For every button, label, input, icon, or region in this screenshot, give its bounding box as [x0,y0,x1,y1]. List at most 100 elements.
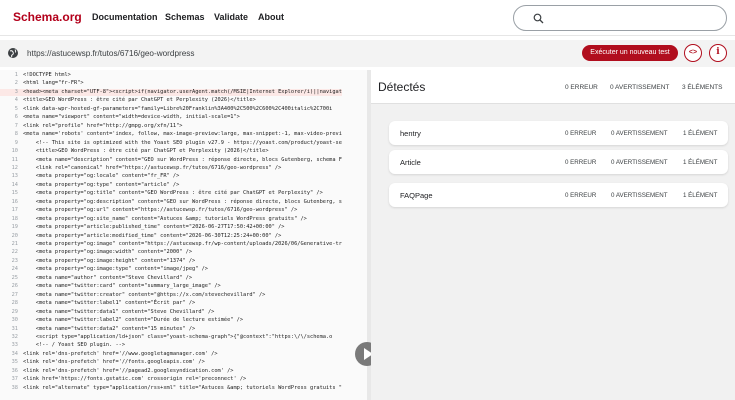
code-line: 37 <link href='https://fonts.gstatic.com'… [0,376,247,383]
result-item-warnings: 0 AVERTISSEMENT [611,159,668,166]
code-line: 20 <meta property="article:modified_time… [0,232,282,240]
code-line: 16 <meta property="og:description" conte… [0,199,342,206]
code-line: 35 <link rel='dns-prefetch' href='//fonts… [0,359,205,366]
code-text: <meta property="og:type" content="articl… [23,181,180,188]
code-text: <meta name='robots' content='index, foll… [23,131,342,138]
line-number: 16 [11,198,18,205]
code-text: <meta property="og:image:height" content… [23,257,196,264]
result-item-elements: 1 ÉLÉMENT [683,192,718,199]
code-text: <!-- / Yoast SEO plugin. --> [23,342,126,349]
result-item-hentry[interactable]: hentry 0 ERREUR 0 AVERTISSEMENT 1 ÉLÉMEN… [389,121,728,145]
code-text: <meta name="description" content="GEO su… [23,156,342,163]
result-item-name: FAQPage [400,191,433,200]
code-line: 30 <meta name="twitter:label2" content="… [0,317,243,324]
code-line: 34 <link rel='dns-prefetch' href='//www.g… [0,351,218,358]
results-header: Détectés 0 ERREUR 0 AVERTISSEMENT 3 ÉLÉM… [371,70,735,104]
code-line: 36 <link rel='dns-prefetch' href='//pagea… [0,367,234,375]
code-text: <link rel="canonical" href="https://astu… [23,164,282,171]
line-number: 4 [14,97,18,104]
nav-validate[interactable]: Validate [214,12,248,22]
code-text: <!-- This site is optimized with the Yoa… [23,139,342,146]
line-number: 27 [11,291,18,298]
code-line: 31 <meta name="twitter:data2" content="1… [0,326,196,333]
code-line: 2 <html lang="fr-FR"> [0,80,84,87]
run-new-test-button[interactable]: Exécuter un nouveau test [582,45,678,61]
line-number: 9 [14,139,18,146]
result-item-faqpage[interactable]: FAQPage 0 ERREUR 0 AVERTISSEMENT 1 ÉLÉME… [389,183,728,207]
code-line: 18 <meta property="og:site_name" content… [0,216,307,223]
code-line: 25 <meta name="author" content="Steve Ch… [0,275,192,282]
code-line: 6 <meta name="viewport" content="width=de… [0,114,240,121]
result-item-elements: 1 ÉLÉMENT [683,130,718,137]
code-text: <meta property="og:description" content=… [23,198,342,205]
code-text: <link href='https://fonts.gstatic.com' c… [23,376,247,383]
code-text: <meta name="viewport" content="width=dev… [23,114,240,121]
code-line: 23 <meta property="og:image:height" cont… [0,257,196,265]
share-button[interactable]: <> [684,44,702,62]
line-number: 20 [11,232,18,239]
line-number: 25 [11,274,18,281]
code-text: <meta property="article:modified_time" c… [23,232,282,239]
code-line: 17 <meta property="og:url" content="http… [0,207,298,214]
code-text: <meta name="twitter:creator" content="@h… [23,291,266,298]
code-text: <meta property="og:title" content="GEO W… [23,190,323,197]
line-number: 28 [11,300,18,307]
code-line: 5 <link data-wpr-hosted-gf-parameters="fa… [0,106,333,113]
code-text: <meta name="twitter:label1" content="Écr… [23,300,196,307]
code-line: 7 <link rel="profile" href="http://gmpg.o… [0,122,183,130]
code-text: <link rel="alternate" type="application/… [23,384,342,391]
code-text: <meta property="og:image:width" content=… [23,249,193,256]
code-line: 32 <script type="application/ld+json" cl… [0,333,333,341]
code-line: 26 <meta name="twitter:card" content="su… [0,283,221,290]
code-text: <meta property="og:image" content="https… [23,241,342,247]
result-item-name: Article [400,158,421,167]
line-number: 3 [14,88,18,95]
code-text: <!DOCTYPE html> [23,72,71,78]
code-text: <meta name="twitter:card" content="summa… [23,283,221,290]
code-text: <meta name="twitter:data1" content="Stev… [23,308,215,315]
line-number: 1 [14,72,18,78]
nav-documentation[interactable]: Documentation [92,12,158,22]
code-text: <meta name="twitter:label2" content="Dur… [23,317,244,324]
line-number: 34 [11,350,18,357]
line-number: 30 [11,317,18,324]
line-number: 10 [11,148,18,155]
result-item-article[interactable]: Article 0 ERREUR 0 AVERTISSEMENT 1 ÉLÉME… [389,150,728,174]
code-line: 8 <meta name='robots' content='index, fol… [0,131,342,138]
line-number: 12 [11,164,18,171]
code-text: <link rel="profile" href="http://gmpg.or… [23,122,183,129]
code-text: <meta property="og:url" content="https:/… [23,207,298,214]
search-input[interactable] [513,5,727,31]
result-item-name: hentry [400,129,421,138]
code-line: 29 <meta name="twitter:data1" content="S… [0,308,215,316]
line-number: 8 [14,131,18,138]
code-line: 21 <meta property="og:image" content="ht… [0,241,342,248]
top-navigation: Schema.org Documentation Schemas Validat… [0,0,735,36]
code-text: <html lang="fr-FR"> [23,80,84,87]
code-text: <meta property="og:locale" content="fr_F… [23,173,180,180]
code-line: 14 <meta property="og:type" content="art… [0,181,180,189]
code-line: 38 <link rel="alternate" type="applicatio… [0,385,342,392]
line-number: 18 [11,215,18,222]
line-number: 14 [11,181,18,188]
line-number: 2 [14,80,18,87]
nav-about[interactable]: About [258,12,284,22]
source-code-panel[interactable]: 1 <!DOCTYPE html> 2 <html lang="fr-FR"> 3 <he… [0,70,367,400]
total-elements: 3 ÉLÉMENTS [682,84,723,91]
line-number: 13 [11,173,18,180]
line-number: 36 [11,367,18,374]
result-item-errors: 0 ERREUR [565,192,597,199]
site-logo[interactable]: Schema.org [13,10,82,24]
tested-url[interactable]: https://astucewsp.fr/tutos/6716/geo-word… [27,49,194,58]
info-icon[interactable]: i [709,44,727,62]
globe-icon [8,48,18,58]
nav-schemas[interactable]: Schemas [165,12,205,22]
line-number: 37 [11,376,18,383]
result-item-errors: 0 ERREUR [565,159,597,166]
code-text: <meta property="og:image:type" content="… [23,266,208,273]
code-line: 11 <meta name="description" content="GEO… [0,157,342,164]
code-line: 19 <meta property="article:published_tim… [0,224,285,231]
results-panel: Détectés 0 ERREUR 0 AVERTISSEMENT 3 ÉLÉM… [371,70,735,400]
code-text: <script type="application/ld+json" class… [23,333,333,340]
code-line: 1 <!DOCTYPE html> [0,72,71,79]
